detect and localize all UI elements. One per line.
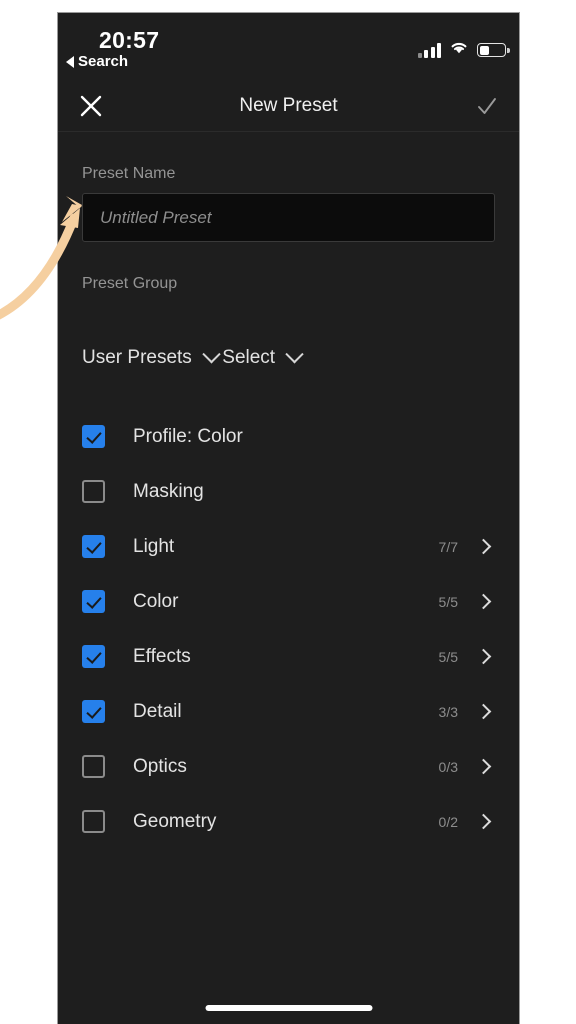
chevron-right-icon[interactable]	[475, 593, 492, 610]
preset-form: Preset Name Preset Group User Presets Se…	[58, 165, 519, 369]
list-item-count: 5/5	[438, 593, 458, 610]
list-item[interactable]: Optics 0/3	[82, 739, 495, 794]
page-root: 20:57 Search New Preset Preset Name Unti…	[0, 0, 576, 1024]
home-indicator	[205, 1005, 372, 1011]
list-item-label: Masking	[133, 480, 204, 502]
chevron-down-icon	[202, 344, 221, 363]
battery-fill	[479, 45, 489, 55]
list-item[interactable]: Effects 5/5	[82, 629, 495, 684]
status-bar: 20:57 Search	[58, 13, 519, 81]
select-value: Select	[222, 347, 276, 368]
list-item-label: Effects	[133, 645, 191, 667]
checkbox-checked-icon[interactable]	[82, 700, 105, 723]
wifi-icon	[449, 40, 469, 60]
list-item-label: Detail	[133, 700, 182, 722]
page-title: New Preset	[239, 95, 338, 116]
list-item-count: 5/5	[438, 648, 458, 665]
list-item[interactable]: Light 7/7	[82, 519, 495, 574]
checkbox-checked-icon[interactable]	[82, 590, 105, 613]
phone-screen: 20:57 Search New Preset Preset Name Unti…	[57, 12, 520, 1024]
checkbox-checked-icon[interactable]	[82, 425, 105, 448]
status-bar-clock: 20:57	[99, 27, 160, 53]
list-item-label: Color	[133, 590, 179, 612]
list-item[interactable]: Masking	[82, 464, 495, 519]
nav-bar: New Preset	[58, 81, 519, 132]
status-bar-indicators	[417, 40, 510, 60]
preset-group-label: Preset Group	[82, 275, 178, 292]
chevron-right-icon[interactable]	[475, 758, 492, 775]
list-item-label: Optics	[133, 755, 187, 777]
select-dropdown[interactable]: Select	[222, 344, 304, 369]
list-item-label: Light	[133, 535, 175, 557]
settings-list: Profile: Color Masking Light 7/7 Color 5/5 Eff…	[58, 409, 519, 849]
preset-group-value: User Presets	[82, 347, 192, 368]
back-to-search-button[interactable]: Search	[66, 53, 128, 70]
chevron-right-icon[interactable]	[475, 703, 492, 720]
checkbox-checked-icon[interactable]	[82, 645, 105, 668]
preset-name-label: Preset Name	[82, 165, 176, 182]
chevron-down-icon	[285, 344, 304, 363]
list-item[interactable]: Profile: Color	[82, 409, 495, 464]
checkbox-checked-icon[interactable]	[82, 535, 105, 558]
checkmark-icon	[478, 98, 496, 114]
list-item-label: Geometry	[133, 810, 217, 832]
back-to-search-label: Search	[78, 53, 129, 70]
preset-name-input[interactable]	[82, 193, 495, 242]
confirm-button[interactable]	[473, 92, 501, 120]
chevron-right-icon[interactable]	[475, 648, 492, 665]
chevron-right-icon[interactable]	[475, 813, 492, 830]
list-item[interactable]: Geometry 0/2	[82, 794, 495, 849]
battery-icon	[477, 43, 510, 57]
preset-group-dropdown[interactable]: User Presets	[82, 344, 221, 369]
list-item-count: 7/7	[438, 538, 458, 555]
list-item-label: Profile: Color	[133, 425, 243, 447]
list-item[interactable]: Color 5/5	[82, 574, 495, 629]
list-item-count: 0/2	[438, 813, 458, 830]
checkbox-unchecked-icon[interactable]	[82, 480, 105, 503]
chevron-right-icon[interactable]	[475, 538, 492, 555]
list-item-count: 0/3	[438, 758, 458, 775]
list-item[interactable]: Detail 3/3	[82, 684, 495, 739]
checkbox-unchecked-icon[interactable]	[82, 810, 105, 833]
cellular-signal-icon	[417, 42, 441, 58]
list-item-count: 3/3	[438, 703, 458, 720]
checkbox-unchecked-icon[interactable]	[82, 755, 105, 778]
triangle-left-icon	[66, 55, 74, 68]
